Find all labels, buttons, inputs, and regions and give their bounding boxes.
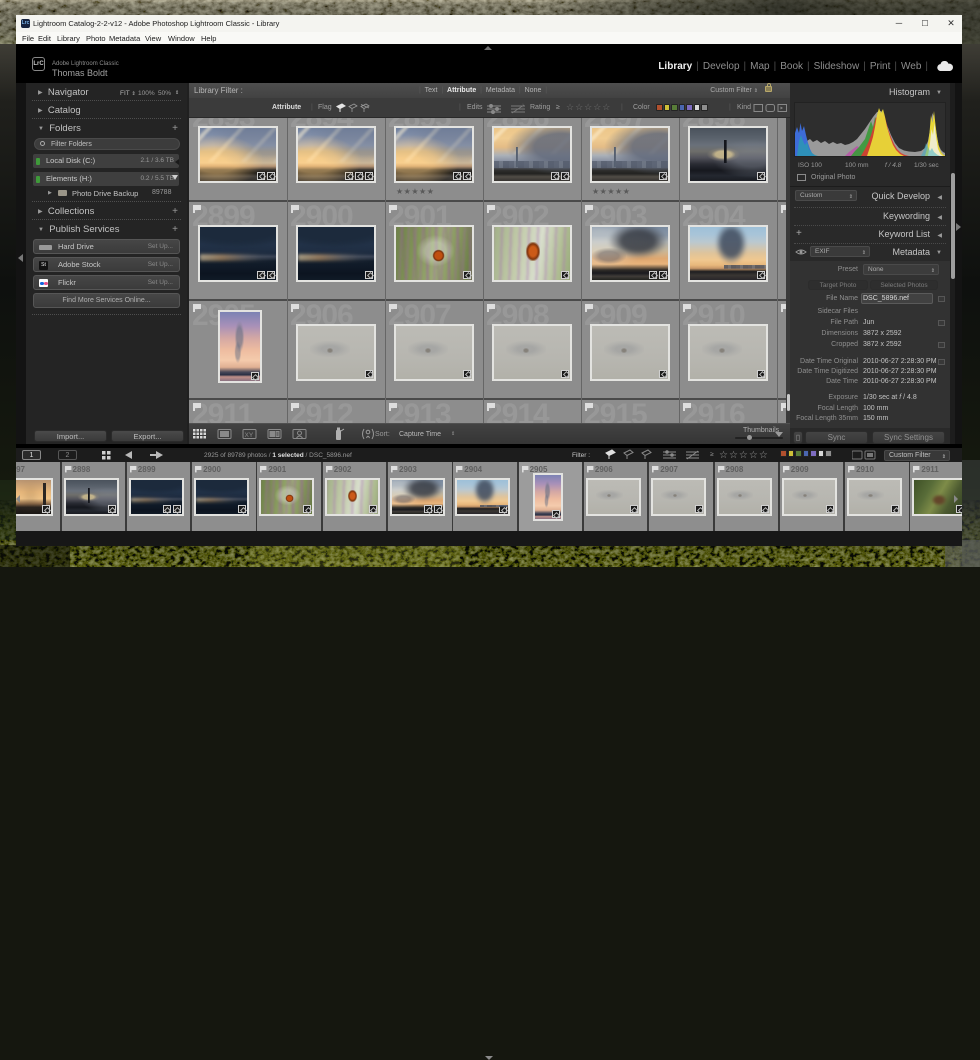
- svg-text:XY: XY: [245, 432, 254, 439]
